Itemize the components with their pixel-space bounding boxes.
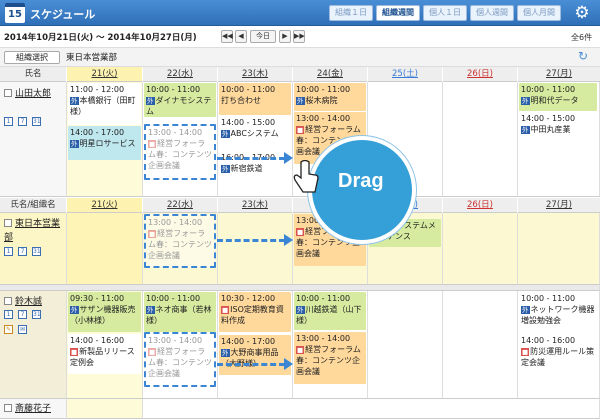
event[interactable]: 14:00 - 15:00 外 ABCシステム bbox=[219, 116, 291, 148]
event[interactable]: 10:00 - 11:00 外川越鉄道（山下様） bbox=[294, 292, 366, 330]
event-drag-ghost[interactable]: 13:00 - 14:00 ■ 経営フォーラム春：コンテンツ企画会議 bbox=[144, 332, 216, 387]
col-day-6[interactable]: 26(日) bbox=[443, 67, 517, 82]
gear-icon[interactable]: ⚙ bbox=[571, 2, 593, 24]
item-count: 全6件 bbox=[571, 33, 593, 42]
view-org-week-button[interactable]: 組織週間 bbox=[376, 5, 420, 21]
org-name: 東日本営業部 bbox=[66, 53, 118, 63]
event[interactable]: 14:00 - 17:00 外大野商事用品（大野様） bbox=[219, 335, 291, 375]
mail-icon[interactable]: ✉ bbox=[18, 325, 27, 334]
day-view-icon[interactable]: 1 bbox=[4, 117, 13, 126]
month-view-icon[interactable]: 31 bbox=[32, 247, 41, 256]
prev-week-button[interactable]: ◀◀ bbox=[221, 30, 233, 43]
day-view-icon[interactable]: 1 bbox=[4, 247, 13, 256]
event[interactable]: 10:30 - 12:00 ■ ISO定期教育資料作成 bbox=[219, 292, 291, 332]
next-week-button[interactable]: ▶▶ bbox=[293, 30, 305, 43]
hand-cursor-icon bbox=[293, 160, 319, 193]
view-personal-week-button[interactable]: 個人週間 bbox=[470, 5, 514, 21]
day-cell bbox=[67, 213, 143, 285]
col-day-5[interactable]: 25(土) bbox=[368, 67, 442, 82]
day-cell bbox=[368, 291, 443, 399]
person-name[interactable]: 斎藤花子 bbox=[15, 404, 51, 414]
row-name-cell bbox=[0, 291, 67, 399]
person-link[interactable]: 鈴木誠 bbox=[4, 294, 42, 307]
event[interactable]: 16:00 - 17:00 外新宿鉄道 bbox=[219, 151, 291, 179]
col-name: 氏名 bbox=[0, 67, 66, 82]
org-select-button[interactable]: 組織選択 bbox=[4, 51, 60, 64]
event[interactable]: 10:00 - 11:00 外ダイナモシステム bbox=[144, 83, 216, 117]
event[interactable]: 14:00 - 17:00 外明星ロサービス bbox=[68, 126, 141, 160]
col-day-6[interactable]: 26(日) bbox=[443, 198, 517, 213]
row-checkbox[interactable] bbox=[4, 219, 12, 227]
col-day-2[interactable]: 22(水) bbox=[143, 67, 217, 82]
day-cell bbox=[443, 82, 518, 197]
week-view-icon[interactable]: 7 bbox=[18, 310, 27, 319]
day-cell bbox=[443, 291, 518, 399]
row-name-cell bbox=[0, 82, 67, 197]
date-range: 2014年10月21日(火) ～ 2014年10月27日(月) bbox=[4, 33, 197, 43]
view-org-day-button[interactable]: 組織１日 bbox=[329, 5, 373, 21]
refresh-icon[interactable]: ↻ bbox=[578, 49, 588, 63]
org-bar: 組織選択 東日本営業部 ↻ bbox=[0, 47, 600, 67]
group-link[interactable]: 東日本営業部 bbox=[4, 217, 64, 245]
next-day-button[interactable]: ▶ bbox=[279, 30, 291, 43]
event[interactable]: 13:00 - 14:00■経営フォーラム春：コンテンツ企画会議 bbox=[294, 332, 366, 384]
drag-arrow bbox=[217, 363, 285, 366]
col-day-1[interactable]: 21(火) bbox=[67, 67, 142, 82]
col-day-3[interactable]: 23(木) bbox=[218, 198, 292, 213]
drag-arrow-head bbox=[284, 358, 293, 370]
day-cell bbox=[443, 213, 518, 285]
person-link[interactable]: 山田太郎 bbox=[4, 86, 51, 99]
event[interactable]: 09:30 - 11:00 外サザン機器販売（小林様） bbox=[68, 292, 141, 332]
day-cell bbox=[143, 399, 600, 419]
col-name-group: 氏名/組織名 bbox=[0, 198, 66, 213]
day-cell bbox=[518, 213, 600, 285]
col-day-7[interactable]: 27(月) bbox=[518, 198, 600, 213]
col-day-7[interactable]: 27(月) bbox=[518, 67, 600, 82]
drag-arrow-head bbox=[284, 234, 293, 246]
today-button[interactable]: 今日 bbox=[250, 30, 276, 43]
event[interactable]: 10:00 - 11:00 外ネオ商事（若林様） bbox=[144, 292, 216, 332]
person-link[interactable]: 斎藤花子 bbox=[4, 401, 51, 414]
col-day-1[interactable]: 21(火) bbox=[67, 198, 142, 213]
day-cell bbox=[218, 213, 293, 285]
event[interactable]: 11:00 - 12:00 外本橋銀行（田町様） bbox=[68, 83, 141, 125]
day-cell bbox=[67, 399, 143, 419]
view-personal-day-button[interactable]: 個人１日 bbox=[423, 5, 467, 21]
row-checkbox[interactable] bbox=[4, 89, 12, 97]
drag-label: Drag bbox=[338, 170, 384, 192]
col-day-2[interactable]: 22(水) bbox=[143, 198, 217, 213]
app-header: 15 スケジュール 組織１日 組織週間 個人１日 個人週間 個人月間 ⚙ bbox=[0, 0, 600, 26]
event[interactable]: 10:00 - 11:00 外明和代データ bbox=[519, 83, 597, 111]
month-view-icon[interactable]: 31 bbox=[32, 117, 41, 126]
event[interactable]: 10:00 - 11:00 打ち合わせ bbox=[219, 83, 291, 115]
person-name[interactable]: 山田太郎 bbox=[15, 89, 51, 99]
view-personal-month-button[interactable]: 個人月間 bbox=[517, 5, 561, 21]
memo-icon[interactable]: ✎ bbox=[4, 325, 13, 334]
event[interactable]: 10:00 - 11:00 外桜木病院 bbox=[294, 83, 366, 111]
week-view-icon[interactable]: 7 bbox=[18, 117, 27, 126]
event-drag-ghost[interactable]: 13:00 - 14:00 ■ 経営フォーラム春：コンテンツ企画会議 bbox=[144, 214, 216, 268]
day-view-icon[interactable]: 1 bbox=[4, 310, 13, 319]
col-day-3[interactable]: 23(木) bbox=[218, 67, 292, 82]
col-day-4[interactable]: 24(金) bbox=[293, 67, 367, 82]
event[interactable]: 14:00 - 16:00 ■ 防災運用ルール策定会議 bbox=[519, 334, 597, 374]
app-title: スケジュール bbox=[30, 8, 96, 21]
event-drag-ghost[interactable]: 13:00 - 14:00 ■ 経営フォーラム春：コンテンツ企画会議 bbox=[144, 124, 216, 180]
row-checkbox[interactable] bbox=[4, 297, 12, 305]
drag-arrow bbox=[217, 239, 285, 242]
week-view-icon[interactable]: 7 bbox=[18, 247, 27, 256]
prev-day-button[interactable]: ◀ bbox=[235, 30, 247, 43]
month-view-icon[interactable]: 31 bbox=[32, 310, 41, 319]
event[interactable]: 14:00 - 15:00 外中田丸産業 bbox=[519, 112, 597, 140]
group-name[interactable]: 東日本営業部 bbox=[4, 219, 60, 243]
event[interactable]: 14:00 - 16:00 ■ 新製品リリース定例会 bbox=[68, 334, 141, 374]
row-checkbox[interactable] bbox=[4, 404, 12, 412]
event[interactable]: 10:00 - 11:00 外ネットワーク機器増設勉強会 bbox=[519, 292, 597, 332]
calendar-icon: 15 bbox=[5, 3, 25, 23]
person-name[interactable]: 鈴木誠 bbox=[15, 297, 42, 307]
drag-arrow bbox=[217, 157, 285, 160]
